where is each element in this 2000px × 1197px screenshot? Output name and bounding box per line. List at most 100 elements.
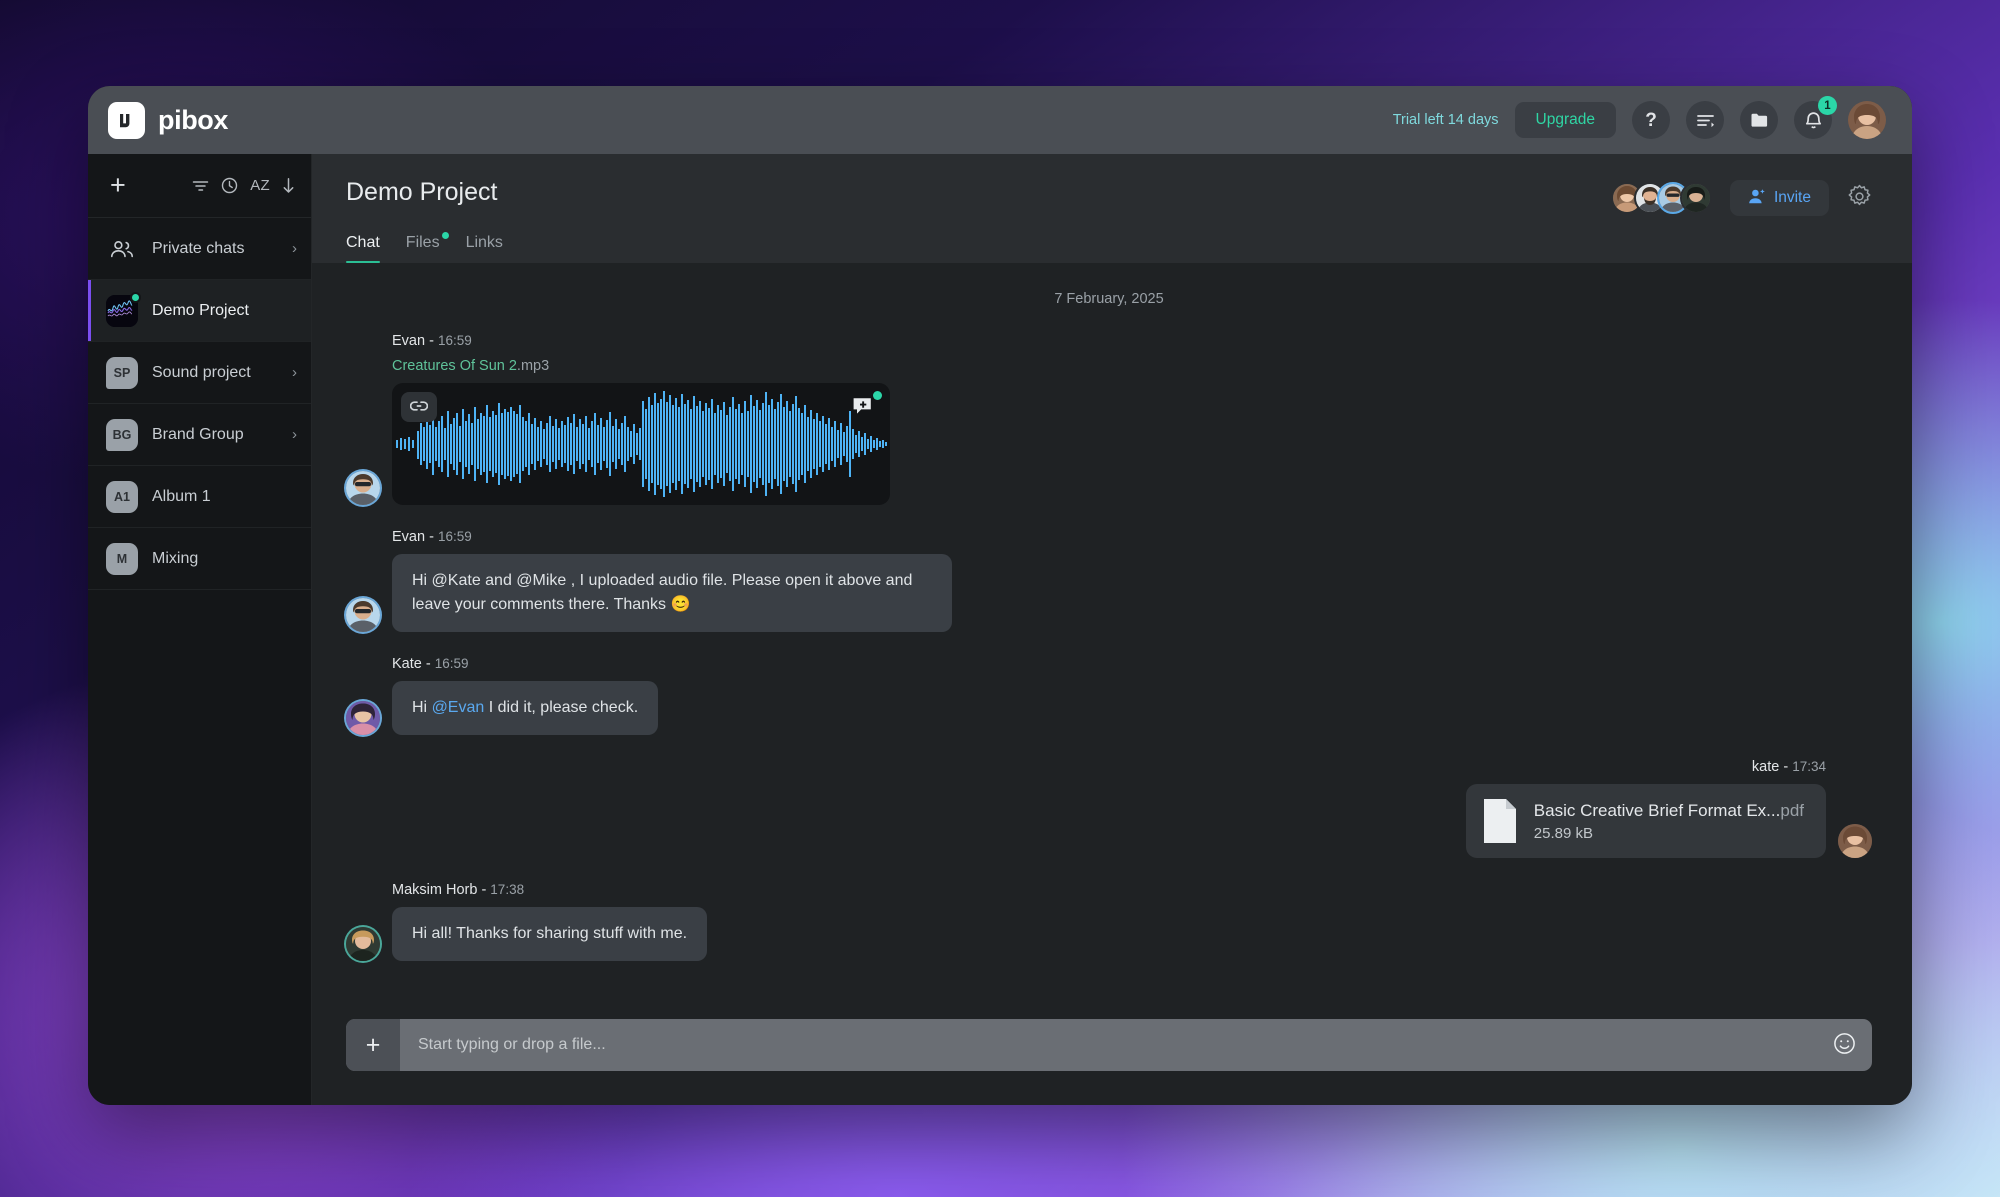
sort-alpha-button[interactable]: AZ bbox=[250, 177, 270, 194]
document-icon bbox=[1482, 798, 1518, 844]
message-audio: Evan - 16:59 Creatures Of Sun 2.mp3 bbox=[346, 333, 1872, 505]
message-content: Maksim Horb - 17:38 Hi all! Thanks for s… bbox=[392, 882, 708, 961]
trial-status: Trial left 14 days bbox=[1392, 112, 1499, 128]
add-project-button[interactable]: + bbox=[106, 172, 130, 199]
add-person-icon bbox=[1748, 188, 1766, 209]
message-bubble[interactable]: Hi @Kate and @Mike , I uploaded audio fi… bbox=[392, 554, 952, 632]
avatar[interactable] bbox=[346, 598, 380, 632]
arrow-down-icon[interactable] bbox=[282, 177, 295, 194]
project-header-row: Demo Project Invite bbox=[346, 178, 1872, 216]
invite-button[interactable]: Invite bbox=[1729, 180, 1829, 216]
message-author: Evan bbox=[392, 529, 426, 545]
upgrade-button[interactable]: Upgrade bbox=[1514, 102, 1616, 138]
copy-link-button[interactable] bbox=[401, 392, 437, 422]
sidebar-item-label: Sound project bbox=[152, 363, 251, 381]
audio-extension: .mp3 bbox=[516, 358, 550, 374]
project-header: Demo Project Invite Chat Files Links bbox=[312, 154, 1912, 263]
sidebar-item-label: Brand Group bbox=[152, 425, 244, 443]
brand[interactable]: pibox bbox=[108, 101, 228, 139]
initials-avatar: M bbox=[106, 542, 138, 575]
file-attachment-card[interactable]: Basic Creative Brief Format Ex...pdf 25.… bbox=[1465, 784, 1826, 858]
avatar[interactable] bbox=[1838, 824, 1872, 858]
message-list[interactable]: 7 February, 2025 Evan - 16:59 Creatures … bbox=[312, 263, 1912, 1019]
date-separator: 7 February, 2025 bbox=[1054, 291, 1164, 307]
message-content: kate - 17:34 Basic Creative Brief Format… bbox=[1465, 759, 1826, 858]
chevron-right-icon: › bbox=[292, 364, 297, 381]
tab-label: Links bbox=[465, 234, 503, 251]
message-input[interactable] bbox=[400, 1036, 1817, 1054]
message-author: Maksim Horb bbox=[392, 882, 478, 898]
tab-label: Chat bbox=[346, 234, 380, 251]
file-extension: pdf bbox=[1780, 800, 1804, 820]
avatar[interactable] bbox=[346, 701, 380, 735]
message-bubble[interactable]: Hi all! Thanks for sharing stuff with me… bbox=[392, 907, 708, 961]
message-content: Evan - 16:59 Hi @Kate and @Mike , I uplo… bbox=[392, 529, 952, 632]
tab-label: Files bbox=[405, 234, 440, 251]
files-button[interactable] bbox=[1740, 101, 1778, 139]
chevron-right-icon: › bbox=[292, 426, 297, 443]
message-time: 16:59 bbox=[437, 529, 472, 544]
initials-avatar: BG bbox=[106, 418, 138, 451]
sidebar-item-mixing[interactable]: M Mixing bbox=[88, 528, 311, 590]
file-info: Basic Creative Brief Format Ex...pdf 25.… bbox=[1534, 801, 1804, 842]
topbar-actions: Trial left 14 days Upgrade ? 1 bbox=[1392, 96, 1886, 139]
chevron-right-icon: › bbox=[292, 240, 297, 257]
sidebar-item-private-chats[interactable]: Private chats › bbox=[88, 218, 311, 280]
sidebar-item-demo-project[interactable]: Demo Project bbox=[88, 280, 311, 342]
people-icon bbox=[106, 240, 138, 258]
tasks-button[interactable] bbox=[1686, 101, 1724, 139]
sidebar-item-sound-project[interactable]: SP Sound project › bbox=[88, 342, 311, 404]
sidebar-item-label: Mixing bbox=[152, 549, 199, 567]
smiley-icon bbox=[1833, 1032, 1856, 1058]
member-avatars[interactable] bbox=[1610, 182, 1712, 214]
help-button[interactable]: ? bbox=[1632, 101, 1670, 139]
avatar[interactable] bbox=[346, 927, 380, 961]
audio-player-card[interactable] bbox=[392, 383, 890, 505]
pibox-logo-icon bbox=[108, 101, 145, 139]
sidebar-item-label: Private chats bbox=[152, 239, 245, 257]
message-meta: Maksim Horb - 17:38 bbox=[392, 882, 525, 898]
emoji-button[interactable] bbox=[1817, 1032, 1872, 1058]
tab-chat[interactable]: Chat bbox=[346, 234, 380, 263]
message-content: Kate - 16:59 Hi @Evan I did it, please c… bbox=[392, 656, 659, 735]
add-comment-icon bbox=[852, 396, 874, 419]
sidebar-item-label: Album 1 bbox=[152, 487, 211, 505]
message-time: 16:59 bbox=[437, 333, 472, 348]
message-text: Maksim Horb - 17:38 Hi all! Thanks for s… bbox=[346, 882, 1872, 961]
message-time: 17:38 bbox=[490, 882, 525, 897]
initials-avatar: SP bbox=[106, 356, 138, 389]
attach-button[interactable]: + bbox=[346, 1019, 400, 1071]
tab-links[interactable]: Links bbox=[466, 234, 503, 263]
filter-icon[interactable] bbox=[192, 179, 209, 193]
online-indicator bbox=[130, 291, 141, 303]
new-comment-indicator bbox=[873, 391, 882, 400]
message-bubble[interactable]: Hi @Evan I did it, please check. bbox=[392, 681, 659, 735]
message-meta: kate - 17:34 bbox=[1751, 759, 1826, 775]
message-composer: + bbox=[346, 1019, 1872, 1071]
text-before: Hi bbox=[412, 699, 432, 716]
avatar[interactable] bbox=[1848, 101, 1886, 139]
message-author: Evan bbox=[392, 333, 426, 349]
clock-icon[interactable] bbox=[221, 177, 238, 194]
message-time: 16:59 bbox=[434, 656, 469, 671]
tab-files[interactable]: Files bbox=[405, 232, 449, 263]
message-text-mention: Kate - 16:59 Hi @Evan I did it, please c… bbox=[346, 656, 1872, 735]
project-header-actions: Invite bbox=[1610, 180, 1872, 216]
bell-icon bbox=[1805, 111, 1822, 130]
notification-badge: 1 bbox=[1818, 96, 1837, 115]
settings-button[interactable] bbox=[1847, 184, 1872, 212]
sidebar-item-brand-group[interactable]: BG Brand Group › bbox=[88, 404, 311, 466]
message-meta: Evan - 16:59 bbox=[392, 333, 472, 349]
audio-file-name[interactable]: Creatures Of Sun 2.mp3 bbox=[392, 358, 890, 374]
sidebar-toolbar: + AZ bbox=[88, 154, 311, 218]
mention-link[interactable]: @Evan bbox=[432, 699, 485, 716]
text-after: I did it, please check. bbox=[484, 699, 639, 716]
composer-area: + bbox=[312, 1019, 1912, 1105]
avatar[interactable] bbox=[1679, 182, 1712, 214]
notifications-button[interactable]: 1 bbox=[1794, 96, 1837, 139]
gear-icon bbox=[1847, 184, 1872, 212]
avatar[interactable] bbox=[346, 471, 380, 505]
sidebar-item-album-1[interactable]: A1 Album 1 bbox=[88, 466, 311, 528]
waveform[interactable] bbox=[392, 383, 890, 505]
add-comment-button[interactable] bbox=[845, 391, 882, 422]
